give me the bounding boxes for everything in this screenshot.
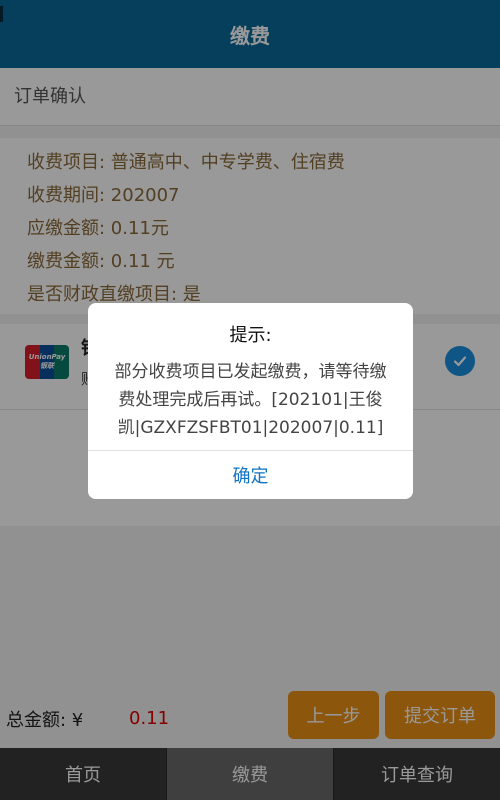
dialog-message: 部分收费项目已发起缴费，请等待缴费处理完成后再试。[202101|王俊凯|GZX… (114, 362, 387, 438)
dialog-title: 提示: (229, 325, 272, 346)
alert-dialog: 提示: 部分收费项目已发起缴费，请等待缴费处理完成后再试。[202101|王俊凯… (88, 303, 413, 499)
dialog-confirm-button[interactable]: 确定 (88, 451, 413, 499)
